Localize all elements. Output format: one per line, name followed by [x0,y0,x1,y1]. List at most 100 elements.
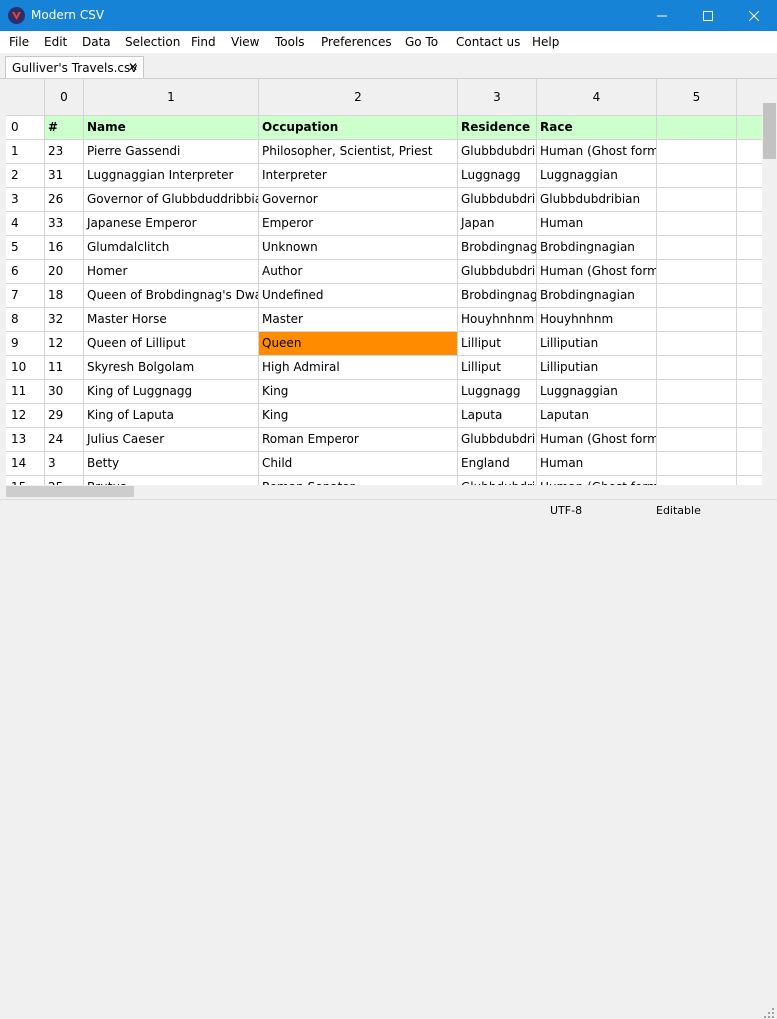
table-cell[interactable] [657,236,737,260]
table-cell[interactable]: 3 [45,452,84,476]
menu-go-to[interactable]: Go To [405,35,438,49]
table-cell[interactable] [737,452,762,476]
table-cell[interactable]: Glumdalclitch [84,236,259,260]
table-cell[interactable] [737,404,762,428]
row-number[interactable]: 14 [6,452,45,476]
table-cell[interactable]: England [458,452,537,476]
table-cell[interactable]: Governor [259,188,458,212]
table-cell[interactable]: Unknown [259,236,458,260]
table-cell[interactable] [737,164,762,188]
table-cell[interactable] [657,308,737,332]
menu-edit[interactable]: Edit [44,35,67,49]
table-cell[interactable]: Brobdingnag [458,284,537,308]
table-cell[interactable]: Brobdingnagian [537,284,657,308]
column-header-5[interactable]: 5 [657,79,737,116]
tab-close-icon[interactable]: ✕ [128,60,138,74]
table-cell[interactable]: Roman Emperor [259,428,458,452]
table-cell[interactable]: Roman Senator [259,476,458,485]
table-cell[interactable]: Human [537,452,657,476]
horizontal-scrollbar[interactable] [6,485,762,498]
maximize-button[interactable] [685,0,731,31]
table-cell[interactable]: Glubbdubdrib [458,476,537,485]
row-number[interactable]: 1 [6,140,45,164]
table-cell[interactable]: Luggnaggian [537,164,657,188]
header-corner[interactable] [6,79,45,116]
row-number[interactable]: 2 [6,164,45,188]
column-header-3[interactable]: 3 [458,79,537,116]
table-cell[interactable]: Houyhnhnm [537,308,657,332]
table-cell[interactable]: Race [537,116,657,140]
column-header-0[interactable]: 0 [45,79,84,116]
table-cell[interactable]: Master [259,308,458,332]
table-cell[interactable]: King of Luggnagg [84,380,259,404]
table-cell[interactable]: Lilliputian [537,356,657,380]
table-cell[interactable]: 24 [45,428,84,452]
table-cell[interactable]: High Admiral [259,356,458,380]
table-cell[interactable]: Occupation [259,116,458,140]
table-cell[interactable] [657,164,737,188]
table-cell[interactable]: Human (Ghost form) [537,428,657,452]
table-cell[interactable]: 29 [45,404,84,428]
table-cell[interactable] [657,332,737,356]
menu-tools[interactable]: Tools [275,35,305,49]
table-cell[interactable]: Skyresh Bolgolam [84,356,259,380]
table-cell[interactable]: Betty [84,452,259,476]
table-cell[interactable] [657,356,737,380]
table-cell[interactable]: Lilliputian [537,332,657,356]
selected-cell[interactable]: Queen [259,332,458,356]
row-number[interactable]: 15 [6,476,45,485]
table-cell[interactable] [657,116,737,140]
table-cell[interactable] [737,260,762,284]
table-cell[interactable] [657,404,737,428]
menu-find[interactable]: Find [191,35,216,49]
table-cell[interactable]: Glubbdubdrib [458,188,537,212]
table-cell[interactable]: Julius Caeser [84,428,259,452]
table-cell[interactable] [737,212,762,236]
row-number[interactable]: 7 [6,284,45,308]
table-cell[interactable]: Human [537,212,657,236]
table-cell[interactable]: Japanese Emperor [84,212,259,236]
table-cell[interactable]: Luggnagg [458,380,537,404]
table-cell[interactable]: King [259,404,458,428]
table-cell[interactable] [737,236,762,260]
table-cell[interactable]: Lilliput [458,332,537,356]
column-header-4[interactable]: 4 [537,79,657,116]
table-cell[interactable] [737,380,762,404]
row-number[interactable]: 3 [6,188,45,212]
table-cell[interactable] [737,356,762,380]
table-cell[interactable]: Japan [458,212,537,236]
menu-selection[interactable]: Selection [125,35,180,49]
table-cell[interactable]: King [259,380,458,404]
menu-view[interactable]: View [231,35,259,49]
row-number[interactable]: 13 [6,428,45,452]
table-cell[interactable]: 25 [45,476,84,485]
table-cell[interactable]: Undefined [259,284,458,308]
table-cell[interactable]: 16 [45,236,84,260]
table-cell[interactable]: Queen of Lilliput [84,332,259,356]
row-number[interactable]: 12 [6,404,45,428]
table-cell[interactable]: Glubbdubdrib [458,140,537,164]
table-cell[interactable] [737,116,762,140]
minimize-button[interactable] [639,0,685,31]
row-number[interactable]: 0 [6,116,45,140]
table-cell[interactable]: Human (Ghost form) [537,476,657,485]
row-number[interactable]: 8 [6,308,45,332]
table-cell[interactable]: Author [259,260,458,284]
tab-gullivers-travels[interactable]: Gulliver's Travels.csv ✕ [5,56,144,78]
table-cell[interactable]: Glubbdubdrib [458,260,537,284]
table-cell[interactable]: Glubbdubdribian [537,188,657,212]
horizontal-scroll-thumb[interactable] [6,486,134,497]
table-cell[interactable]: Name [84,116,259,140]
table-cell[interactable]: Luggnaggian [537,380,657,404]
table-cell[interactable]: Human (Ghost form) [537,140,657,164]
table-cell[interactable]: Master Horse [84,308,259,332]
table-cell[interactable]: Philosopher, Scientist, Priest [259,140,458,164]
table-cell[interactable]: Pierre Gassendi [84,140,259,164]
table-cell[interactable]: 30 [45,380,84,404]
row-number[interactable]: 9 [6,332,45,356]
table-cell[interactable]: Interpreter [259,164,458,188]
row-number[interactable]: 5 [6,236,45,260]
table-cell[interactable]: 11 [45,356,84,380]
table-cell[interactable] [737,476,762,485]
table-cell[interactable]: Laputan [537,404,657,428]
